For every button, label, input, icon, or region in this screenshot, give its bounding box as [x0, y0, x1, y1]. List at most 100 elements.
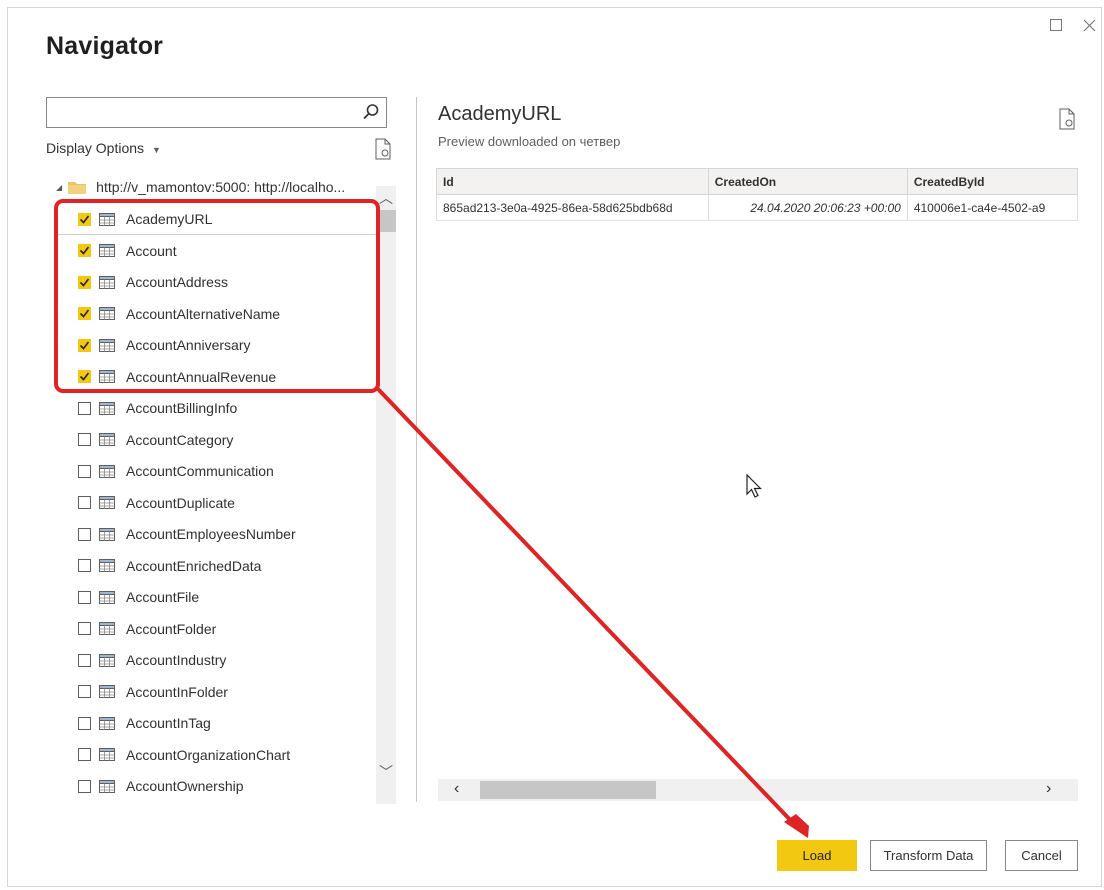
tree-item[interactable]: AccountEmployeesNumber — [78, 523, 296, 545]
preview-scrollbar[interactable]: ‹ › — [438, 779, 1078, 801]
column-header[interactable]: CreatedById — [906, 168, 1078, 195]
refresh-icon[interactable] — [374, 138, 392, 160]
scroll-down-icon[interactable]: ﹀ — [379, 762, 393, 782]
tree-item-label: AccountEnrichedData — [126, 557, 262, 574]
tree-item[interactable]: AccountOrganizationChart — [78, 744, 290, 766]
tree-item[interactable]: AccountFile — [78, 586, 199, 608]
tree-item[interactable]: AccountEnrichedData — [78, 555, 261, 577]
dialog-title: Navigator — [46, 32, 164, 60]
tree-item[interactable]: AccountCategory — [78, 429, 233, 451]
checkbox[interactable] — [78, 401, 91, 415]
tree-item[interactable]: AccountIndustry — [78, 649, 226, 671]
scroll-right-icon[interactable]: › — [1046, 780, 1051, 798]
table-icon — [99, 307, 115, 320]
preview-scroll-thumb[interactable] — [480, 781, 656, 799]
checkbox[interactable] — [78, 212, 91, 226]
checkbox[interactable] — [78, 338, 91, 352]
table-icon — [99, 527, 115, 541]
checkbox[interactable] — [78, 622, 91, 635]
checkbox[interactable] — [78, 275, 91, 289]
table-icon — [99, 685, 115, 698]
checkbox[interactable] — [78, 307, 91, 320]
tree-scroll-thumb[interactable] — [376, 210, 396, 232]
tree-item[interactable]: AccountAnniversary — [78, 334, 251, 356]
scroll-up-icon[interactable]: ︿ — [379, 188, 393, 208]
tree-item[interactable]: AccountAddress — [78, 271, 228, 293]
table-icon — [99, 779, 115, 793]
table-icon — [99, 338, 115, 352]
tree-item[interactable]: AccountBillingInfo — [78, 397, 237, 419]
tree-item[interactable]: AccountDuplicate — [78, 492, 235, 514]
checkbox[interactable] — [78, 748, 91, 761]
checkbox[interactable] — [78, 716, 91, 730]
checkbox[interactable] — [78, 244, 91, 257]
table-icon — [99, 590, 115, 604]
tree-item-label: AccountAnniversary — [126, 337, 251, 353]
tree-item[interactable]: Account — [78, 240, 177, 262]
checkbox[interactable] — [78, 779, 91, 793]
tree-item-label: AccountBillingInfo — [126, 400, 238, 416]
checkbox[interactable] — [78, 685, 91, 698]
tree-item-label: AccountOwnership — [126, 778, 244, 794]
search-icon[interactable] — [362, 103, 380, 121]
tree-root-label: http://v_mamontov:5000: http://localho..… — [96, 179, 346, 195]
load-button[interactable]: Load — [777, 840, 857, 871]
tree-item-label: AccountIndustry — [126, 652, 227, 668]
refresh-preview-icon[interactable] — [1058, 108, 1076, 130]
tree-scrollbar[interactable]: ︿ ﹀ — [376, 186, 396, 804]
table-icon — [99, 464, 115, 478]
checkbox[interactable] — [78, 464, 91, 478]
scroll-left-icon[interactable]: ‹ — [454, 780, 459, 798]
tree-item-label: AccountAlternativeName — [126, 305, 281, 322]
folder-icon — [68, 182, 87, 194]
table-icon — [99, 748, 115, 761]
cancel-button[interactable]: Cancel — [1005, 840, 1078, 871]
tree-item-label: AccountAnnualRevenue — [126, 368, 277, 385]
tree-item[interactable]: AccountOwnership — [78, 775, 244, 797]
tree-item[interactable]: AccountInTag — [78, 712, 211, 734]
checkbox[interactable] — [78, 653, 91, 667]
search-input[interactable] — [53, 98, 357, 127]
table-cell: 24.04.2020 20:06:23 +00:00 — [707, 194, 908, 221]
tree-item[interactable]: AccountCommunication — [78, 460, 274, 482]
tree-root[interactable]: ◢ http://v_mamontov:5000: http://localho… — [56, 176, 345, 198]
table-icon — [99, 401, 115, 415]
tree-item-label: AccountCategory — [126, 431, 234, 448]
checkbox[interactable] — [78, 433, 91, 446]
search-box[interactable] — [46, 97, 387, 128]
table-icon — [99, 212, 115, 226]
table-icon — [99, 244, 115, 257]
preview-title: AcademyURL — [438, 103, 562, 125]
checkbox[interactable] — [78, 559, 91, 572]
table-icon — [99, 559, 115, 572]
checkbox[interactable] — [78, 496, 91, 509]
expand-triangle-icon[interactable]: ◢ — [56, 183, 62, 192]
maximize-icon[interactable] — [1045, 14, 1067, 36]
tree-item[interactable]: AccountFolder — [78, 618, 216, 640]
close-icon[interactable] — [1078, 14, 1100, 36]
tree-item-label: Account — [126, 242, 177, 259]
column-header[interactable]: Id — [436, 168, 709, 195]
table-icon — [99, 370, 115, 383]
tree-item-label: AccountDuplicate — [126, 494, 235, 511]
checkbox[interactable] — [78, 590, 91, 604]
display-options-dropdown[interactable]: Display Options ▼ — [46, 140, 161, 156]
preview-subtitle: Preview downloaded on четвер — [438, 134, 621, 149]
tree-item-label: AccountInTag — [126, 715, 211, 731]
pane-divider — [416, 97, 417, 802]
checkbox[interactable] — [78, 370, 91, 383]
tree-item-label: AccountFolder — [126, 620, 217, 637]
table-icon — [99, 433, 115, 446]
tree-item-label: AccountAddress — [126, 274, 228, 290]
checkbox[interactable] — [78, 527, 91, 541]
tree-item[interactable]: AccountAnnualRevenue — [78, 366, 276, 388]
table-icon — [99, 716, 115, 730]
tree-item-label: AcademyURL — [126, 211, 213, 227]
column-header[interactable]: CreatedOn — [707, 168, 908, 195]
tree-item[interactable]: AccountAlternativeName — [78, 303, 280, 325]
transform-data-button[interactable]: Transform Data — [870, 840, 987, 871]
caret-down-icon: ▼ — [152, 145, 161, 155]
table-cell: 865ad213-3e0a-4925-86ea-58d625bdb68d — [436, 194, 709, 221]
tree-item[interactable]: AcademyURL — [78, 208, 212, 230]
tree-item[interactable]: AccountInFolder — [78, 681, 228, 703]
